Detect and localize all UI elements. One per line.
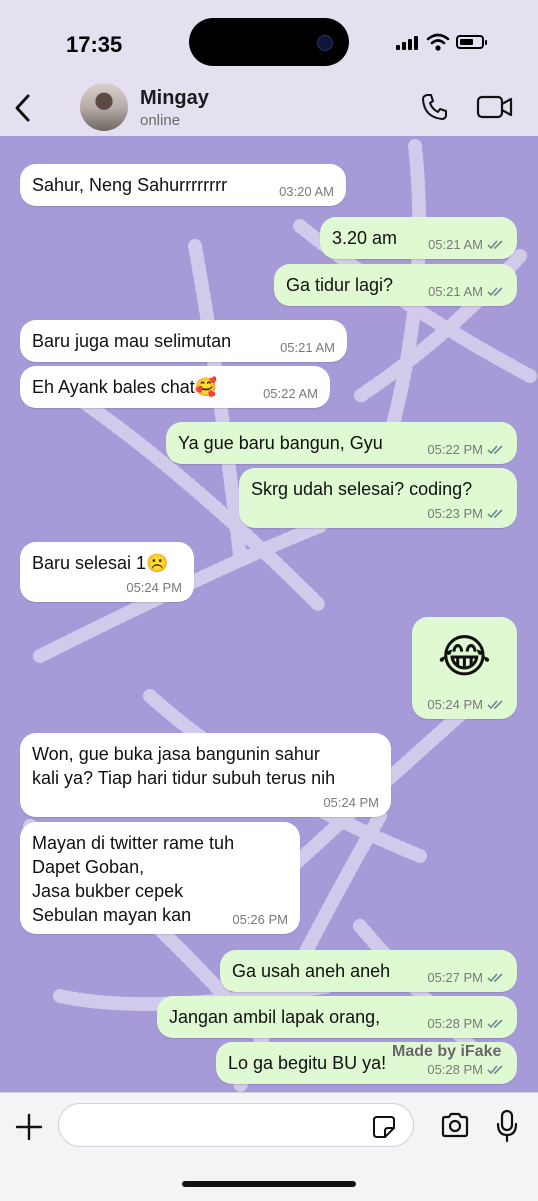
incoming-message-bubble[interactable]: Baru juga mau selimutan 05:21 AM	[20, 320, 347, 362]
outgoing-message-bubble[interactable]: 😂 05:24 PM	[412, 617, 517, 719]
message-time: 05:22 PM	[427, 442, 483, 457]
message-time: 05:24 PM	[427, 697, 483, 712]
message-time: 05:22 AM	[263, 386, 318, 401]
message-text: Mayan di twitter rame tuh Dapet Goban, J…	[32, 833, 235, 925]
dynamic-island	[189, 18, 349, 66]
message-time: 05:21 AM	[428, 237, 483, 252]
wifi-icon	[426, 33, 450, 51]
read-receipt-icon	[487, 240, 503, 250]
chat-header: Mingay online	[0, 80, 538, 136]
status-time: 17:35	[66, 32, 123, 57]
message-text: Baru selesai 1☹️	[32, 553, 169, 573]
contact-avatar[interactable]	[80, 83, 128, 131]
message-time: 05:24 PM	[323, 795, 379, 810]
read-receipt-icon	[487, 1065, 503, 1075]
contact-presence: online	[140, 112, 181, 129]
message-text: Lo ga begitu BU ya!	[228, 1053, 387, 1073]
message-time: 05:26 PM	[232, 912, 288, 927]
message-time: 05:24 PM	[126, 580, 182, 595]
message-time: 05:28 PM	[427, 1062, 483, 1077]
message-text: Ga tidur lagi?	[286, 275, 394, 295]
message-time: 05:27 PM	[427, 970, 483, 985]
message-text: Baru juga mau selimutan	[32, 331, 232, 351]
outgoing-message-bubble[interactable]: Ga tidur lagi? 05:21 AM	[274, 264, 517, 306]
message-text: 3.20 am	[332, 228, 398, 248]
message-text: Eh Ayank bales chat🥰	[32, 377, 218, 397]
read-receipt-icon	[487, 287, 503, 297]
battery-icon	[456, 35, 487, 49]
outgoing-message-bubble[interactable]: 3.20 am 05:21 AM	[320, 217, 517, 259]
contact-name[interactable]: Mingay	[140, 87, 209, 110]
message-text: Sahur, Neng Sahurrrrrrrr	[32, 175, 228, 195]
read-receipt-icon	[487, 509, 503, 519]
message-emoji: 😂	[437, 630, 492, 682]
message-text: Won, gue buka jasa bangunin sahur kali y…	[32, 744, 336, 788]
read-receipt-icon	[487, 1019, 503, 1029]
message-time: 05:28 PM	[427, 1016, 483, 1031]
message-time: 05:23 PM	[427, 506, 483, 521]
message-list[interactable]: Sahur, Neng Sahurrrrrrrr 03:20 AM 3.20 a…	[0, 136, 538, 1092]
read-receipt-icon	[487, 700, 503, 710]
incoming-message-bubble[interactable]: Baru selesai 1☹️ 05:24 PM	[20, 542, 194, 602]
microphone-icon[interactable]	[496, 1109, 518, 1143]
outgoing-message-bubble[interactable]: Ya gue baru bangun, Gyu 05:22 PM	[166, 422, 517, 464]
plus-icon[interactable]	[14, 1112, 44, 1142]
message-input[interactable]	[58, 1103, 414, 1147]
incoming-message-bubble[interactable]: Sahur, Neng Sahurrrrrrrr 03:20 AM	[20, 164, 346, 206]
incoming-message-bubble[interactable]: Mayan di twitter rame tuh Dapet Goban, J…	[20, 822, 300, 934]
video-camera-icon[interactable]	[476, 94, 514, 120]
message-time: 05:21 AM	[428, 284, 483, 299]
read-receipt-icon	[487, 445, 503, 455]
message-text: Ya gue baru bangun, Gyu	[178, 433, 383, 453]
status-bar: 17:35	[0, 0, 538, 80]
message-text: Skrg udah selesai? coding?	[251, 479, 473, 499]
back-chevron-icon[interactable]	[8, 88, 40, 128]
outgoing-message-bubble[interactable]: Ga usah aneh aneh 05:27 PM	[220, 950, 517, 992]
message-composer	[0, 1092, 538, 1201]
sticker-icon[interactable]	[372, 1115, 396, 1139]
outgoing-message-bubble[interactable]: Jangan ambil lapak orang, 05:28 PM	[157, 996, 517, 1038]
phone-icon[interactable]	[420, 92, 450, 122]
incoming-message-bubble[interactable]: Won, gue buka jasa bangunin sahur kali y…	[20, 733, 391, 817]
camera-icon[interactable]	[440, 1111, 470, 1139]
incoming-message-bubble[interactable]: Eh Ayank bales chat🥰 05:22 AM	[20, 366, 330, 408]
message-time: 03:20 AM	[279, 184, 334, 199]
home-indicator	[182, 1181, 356, 1187]
message-text: Jangan ambil lapak orang,	[169, 1007, 381, 1027]
message-text: Ga usah aneh aneh	[232, 961, 391, 981]
read-receipt-icon	[487, 973, 503, 983]
watermark-text: Made by iFake	[392, 1043, 502, 1060]
message-time: 05:21 AM	[280, 340, 335, 355]
cellular-signal-icon	[396, 34, 422, 50]
outgoing-message-bubble[interactable]: Skrg udah selesai? coding? 05:23 PM	[239, 468, 517, 528]
